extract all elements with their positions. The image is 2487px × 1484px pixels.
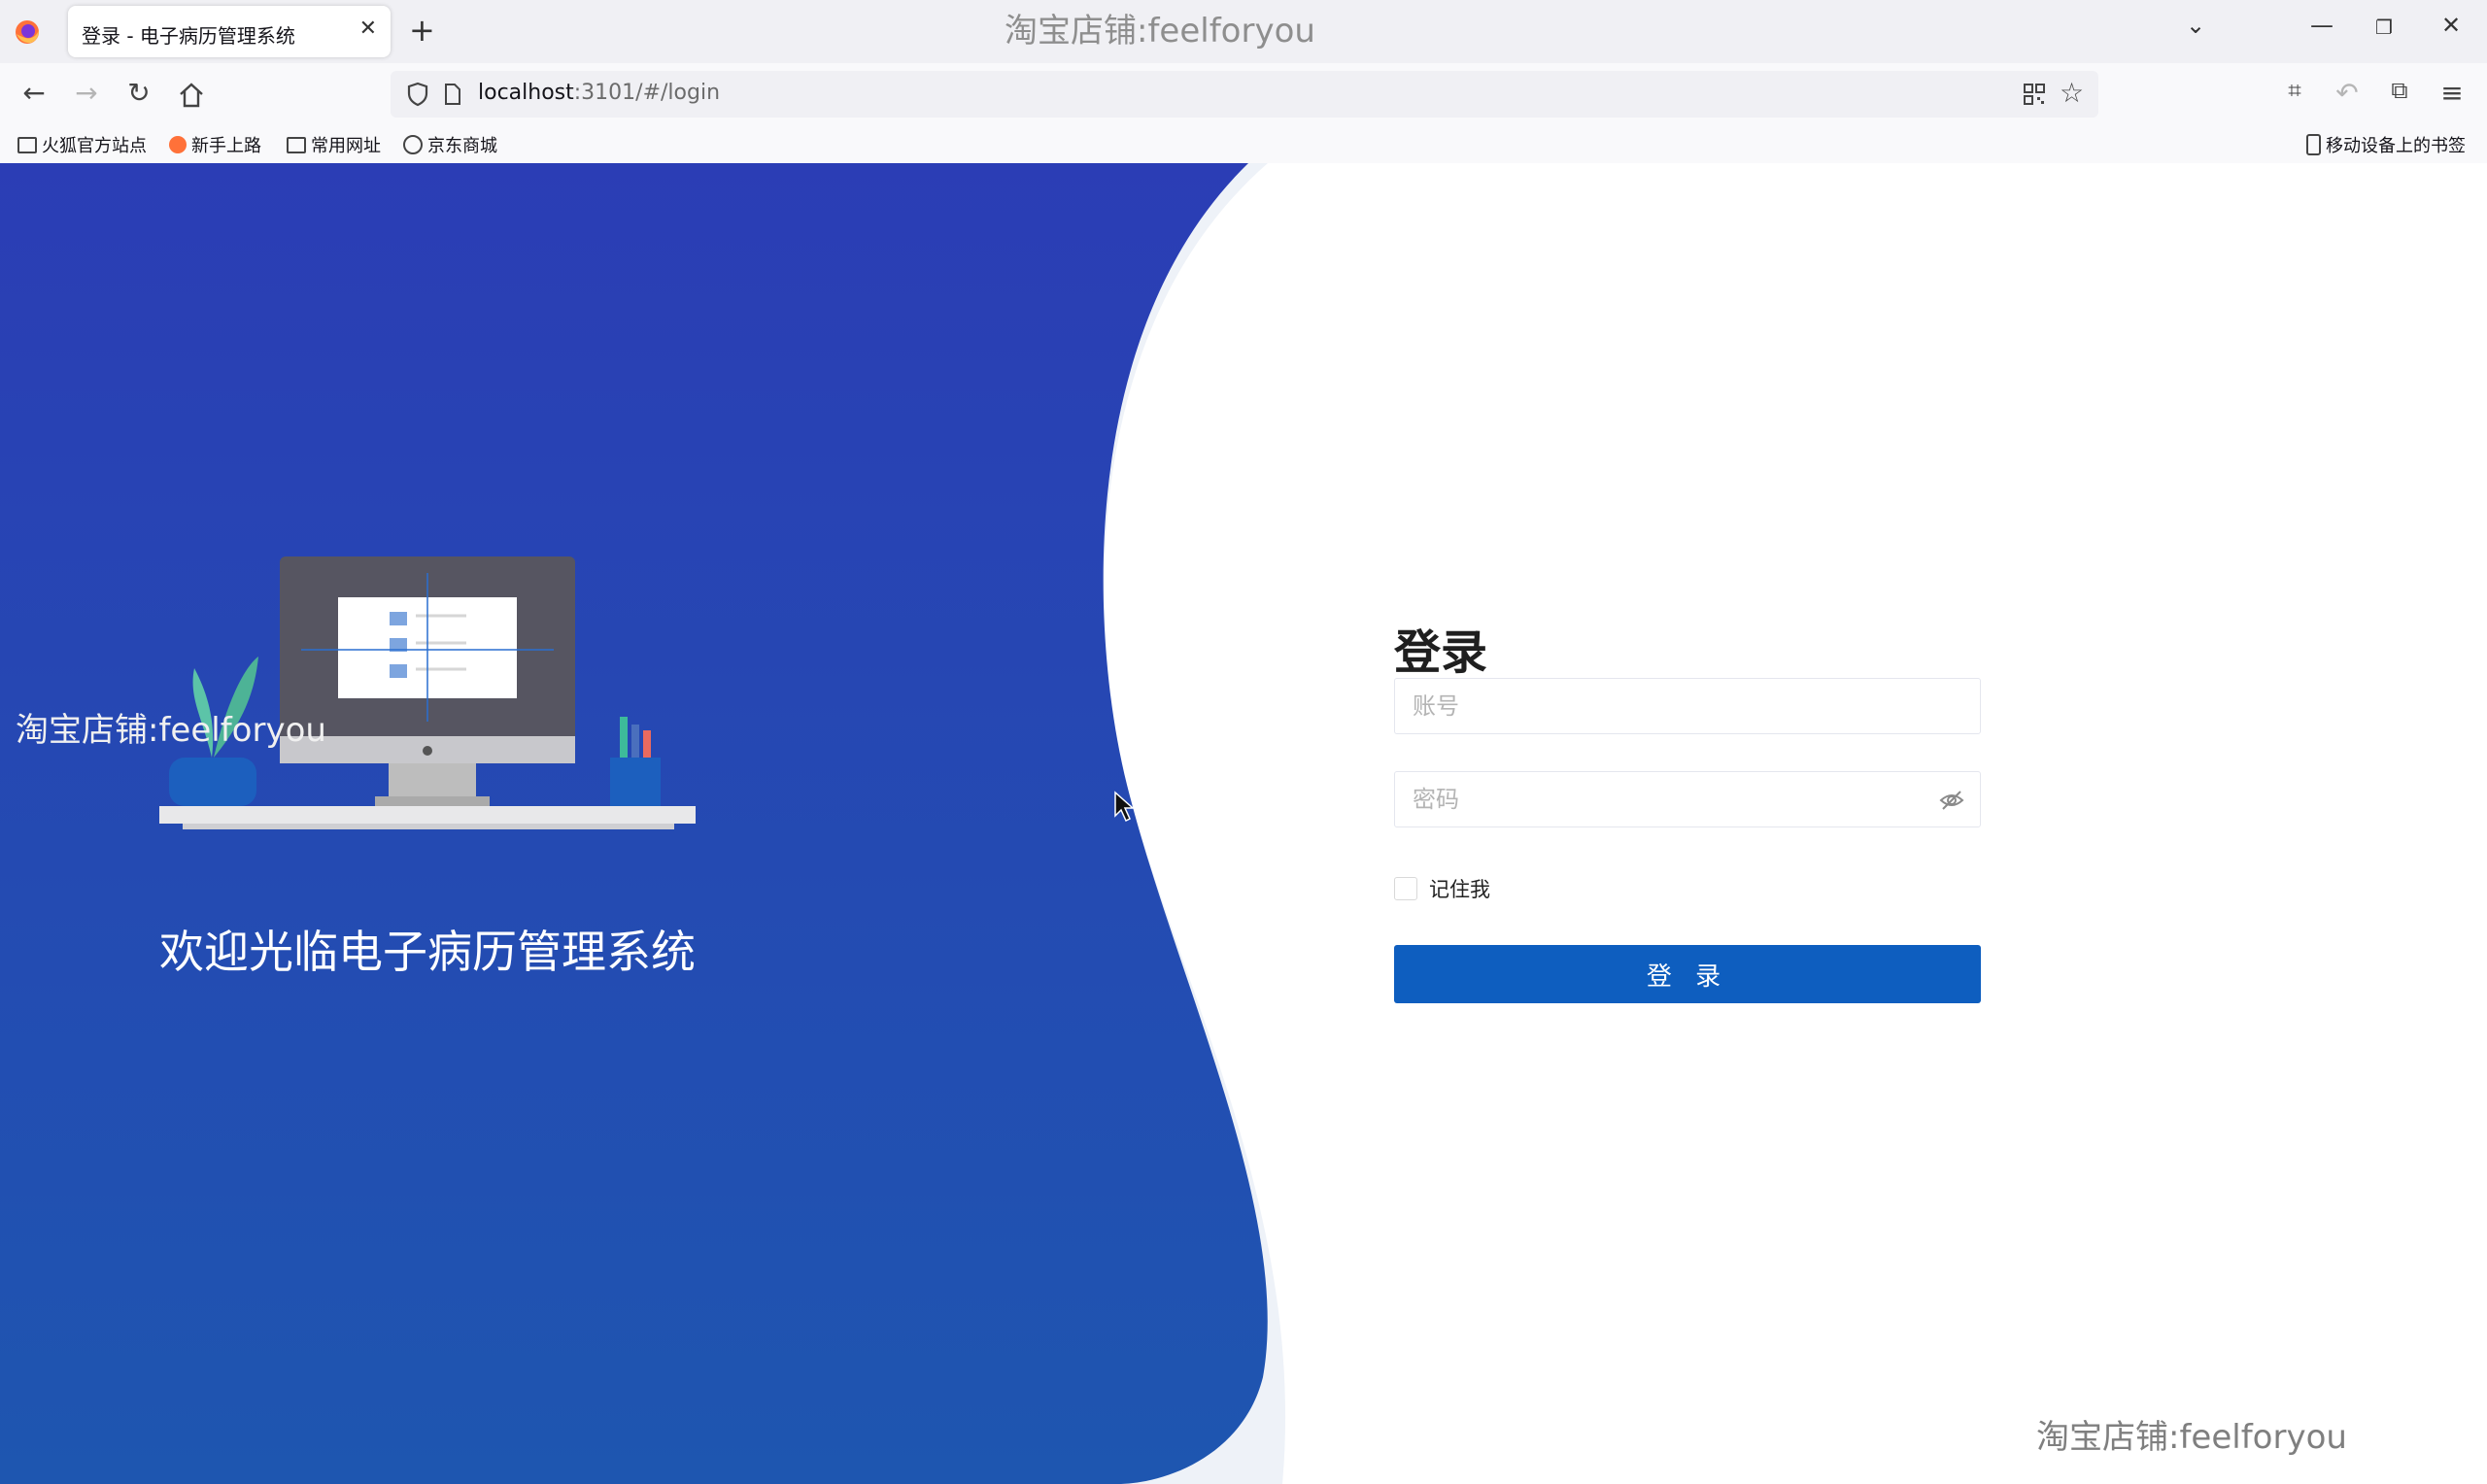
mobile-bookmarks[interactable]: 移动设备上的书签 — [2306, 132, 2466, 157]
login-title: 登录 — [1394, 625, 1488, 680]
bookmark-item[interactable]: 火狐官方站点 — [17, 132, 147, 157]
account-field[interactable] — [1394, 678, 1981, 734]
page-icon — [445, 84, 460, 105]
account-input[interactable] — [1395, 679, 1935, 733]
url-path: :3101/#/login — [573, 81, 721, 105]
bookmarks-bar: 火狐官方站点 新手上路 常用网址 京东商城 移动设备上的书签 — [0, 125, 2487, 164]
shield-icon[interactable] — [406, 82, 429, 107]
mobile-bookmarks-label: 移动设备上的书签 — [2326, 136, 2466, 156]
login-page: 淘宝店铺:feelforyou 欢迎光临电子病历管理系统 登录 记住我 登 录 … — [0, 163, 2487, 1484]
reload-icon[interactable]: ↻ — [121, 77, 156, 109]
folder-icon — [287, 136, 306, 153]
minimize-icon[interactable]: — — [2310, 12, 2334, 39]
watermark-text: 淘宝店铺:feelforyou — [16, 711, 326, 750]
bookmark-star-icon[interactable]: ☆ — [2060, 77, 2084, 109]
globe-icon — [403, 135, 423, 154]
watermark-text: 淘宝店铺:feelforyou — [1005, 12, 1315, 51]
qr-code-icon[interactable] — [2023, 83, 2046, 106]
bookmark-label: 常用网址 — [311, 136, 381, 156]
extensions-icon[interactable]: ⧉ — [2382, 77, 2417, 104]
tab-bar: 登录 - 电子病历管理系统 ✕ + 淘宝店铺:feelforyou ⌄ — ❐ … — [0, 0, 2487, 63]
remember-me-checkbox[interactable] — [1394, 877, 1417, 900]
url-text[interactable]: localhost:3101/#/login — [478, 81, 720, 105]
bookmark-item[interactable]: 京东商城 — [403, 132, 497, 157]
forward-arrow-icon[interactable]: → — [69, 77, 104, 109]
new-tab-button[interactable]: + — [409, 12, 435, 49]
welcome-text: 欢迎光临电子病历管理系统 — [159, 926, 696, 978]
remember-me-label: 记住我 — [1429, 878, 1490, 901]
watermark-text: 淘宝店铺:feelforyou — [2036, 1418, 2347, 1457]
browser-tab[interactable]: 登录 - 电子病历管理系统 ✕ — [68, 6, 391, 57]
tab-close-icon[interactable]: ✕ — [359, 17, 377, 41]
bookmark-label: 京东商城 — [427, 136, 497, 156]
remember-me[interactable]: 记住我 — [1394, 874, 1490, 903]
login-button[interactable]: 登 录 — [1394, 945, 1981, 1003]
tab-title: 登录 - 电子病历管理系统 — [82, 24, 295, 48]
url-host: localhost — [478, 81, 574, 105]
firefox-icon — [169, 136, 187, 153]
url-bar[interactable]: localhost:3101/#/login ☆ — [391, 71, 2098, 118]
bookmark-item[interactable]: 常用网址 — [287, 132, 381, 157]
bookmark-item[interactable]: 新手上路 — [169, 132, 261, 157]
bookmark-label: 新手上路 — [191, 136, 261, 156]
hamburger-menu-icon[interactable]: ≡ — [2435, 77, 2470, 109]
mobile-device-icon — [2306, 134, 2321, 155]
mouse-cursor-icon — [1114, 791, 1135, 823]
home-icon[interactable] — [178, 83, 205, 108]
restore-icon[interactable]: ❐ — [2375, 16, 2393, 39]
back-arrow-icon[interactable]: ← — [17, 77, 51, 109]
password-field[interactable] — [1394, 771, 1981, 827]
password-input[interactable] — [1395, 772, 1935, 826]
eye-hidden-icon[interactable] — [1939, 788, 1964, 813]
close-window-icon[interactable]: ✕ — [2441, 12, 2461, 39]
bookmark-label: 火狐官方站点 — [42, 136, 147, 156]
screenshot-crop-icon[interactable]: ⌗ — [2277, 77, 2312, 104]
firefox-logo-icon — [16, 20, 39, 44]
undo-icon[interactable]: ↶ — [2330, 77, 2365, 109]
tab-list-chevron-down-icon[interactable]: ⌄ — [2186, 12, 2205, 39]
folder-icon — [17, 136, 37, 153]
